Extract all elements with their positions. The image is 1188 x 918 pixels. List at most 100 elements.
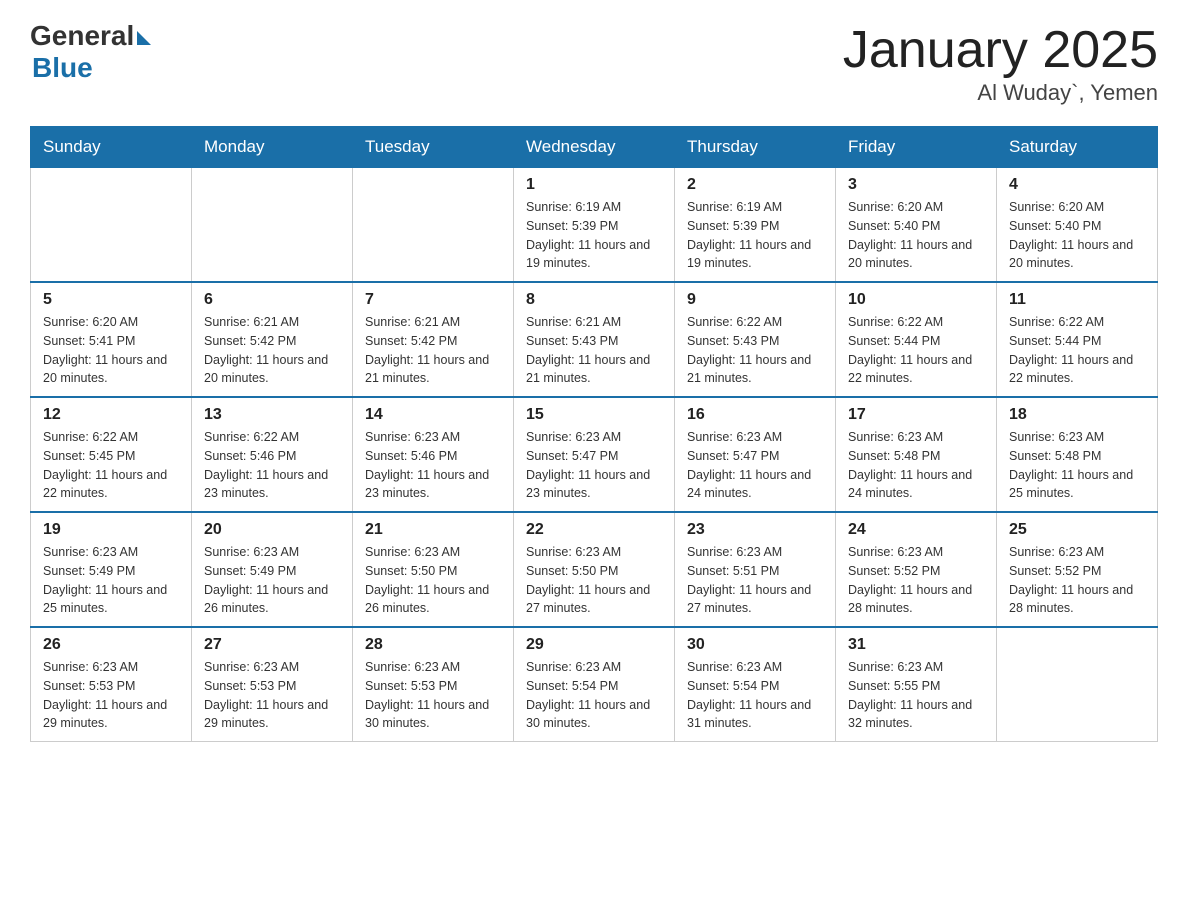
calendar-week-row: 1Sunrise: 6:19 AM Sunset: 5:39 PM Daylig… (31, 168, 1158, 283)
calendar-cell: 10 Sunrise: 6:22 AM Sunset: 5:44 PM Dayli… (836, 282, 997, 397)
calendar-week-row: 5Sunrise: 6:20 AM Sunset: 5:41 PM Daylig… (31, 282, 1158, 397)
day-number: 26 (43, 636, 179, 654)
calendar-table: SundayMondayTuesdayWednesdayThursdayFrid… (30, 126, 1158, 742)
calendar-cell: 17 Sunrise: 6:23 AM Sunset: 5:48 PM Dayli… (836, 397, 997, 512)
day-number: 23 (687, 521, 823, 539)
header-cell-friday: Friday (836, 127, 997, 168)
header-cell-tuesday: Tuesday (353, 127, 514, 168)
header-cell-wednesday: Wednesday (514, 127, 675, 168)
calendar-cell: 22 Sunrise: 6:23 AM Sunset: 5:50 PM Dayli… (514, 512, 675, 627)
calendar-cell: 12Sunrise: 6:22 AM Sunset: 5:45 PM Dayli… (31, 397, 192, 512)
day-info: Sunrise: 6:23 AM Sunset: 5:53 PM Dayligh… (365, 658, 501, 733)
day-number: 19 (43, 521, 179, 539)
calendar-cell (353, 168, 514, 283)
day-info: Sunrise: 6:22 AM Sunset: 5:46 PM Dayligh… (204, 428, 340, 503)
calendar-cell: 30Sunrise: 6:23 AM Sunset: 5:54 PM Dayli… (675, 627, 836, 742)
day-info: Sunrise: 6:23 AM Sunset: 5:47 PM Dayligh… (526, 428, 662, 503)
calendar-cell: 19 Sunrise: 6:23 AM Sunset: 5:49 PM Dayli… (31, 512, 192, 627)
calendar-cell: 21 Sunrise: 6:23 AM Sunset: 5:50 PM Dayli… (353, 512, 514, 627)
calendar-cell (192, 168, 353, 283)
calendar-cell: 28 Sunrise: 6:23 AM Sunset: 5:53 PM Dayli… (353, 627, 514, 742)
logo-blue-text: Blue (32, 52, 93, 84)
day-info: Sunrise: 6:22 AM Sunset: 5:44 PM Dayligh… (848, 313, 984, 388)
day-info: Sunrise: 6:23 AM Sunset: 5:48 PM Dayligh… (1009, 428, 1145, 503)
day-number: 18 (1009, 406, 1145, 424)
day-info: Sunrise: 6:23 AM Sunset: 5:54 PM Dayligh… (526, 658, 662, 733)
calendar-cell: 8Sunrise: 6:21 AM Sunset: 5:43 PM Daylig… (514, 282, 675, 397)
calendar-cell: 24 Sunrise: 6:23 AM Sunset: 5:52 PM Dayli… (836, 512, 997, 627)
day-info: Sunrise: 6:21 AM Sunset: 5:42 PM Dayligh… (365, 313, 501, 388)
day-info: Sunrise: 6:23 AM Sunset: 5:52 PM Dayligh… (1009, 543, 1145, 618)
day-number: 14 (365, 406, 501, 424)
calendar-cell: 5Sunrise: 6:20 AM Sunset: 5:41 PM Daylig… (31, 282, 192, 397)
day-number: 10 (848, 291, 984, 309)
day-info: Sunrise: 6:23 AM Sunset: 5:46 PM Dayligh… (365, 428, 501, 503)
day-number: 25 (1009, 521, 1145, 539)
day-number: 28 (365, 636, 501, 654)
day-number: 5 (43, 291, 179, 309)
logo-arrow-icon (137, 31, 151, 45)
day-info: Sunrise: 6:23 AM Sunset: 5:49 PM Dayligh… (204, 543, 340, 618)
calendar-cell (997, 627, 1158, 742)
calendar-week-row: 12Sunrise: 6:22 AM Sunset: 5:45 PM Dayli… (31, 397, 1158, 512)
day-info: Sunrise: 6:23 AM Sunset: 5:50 PM Dayligh… (526, 543, 662, 618)
calendar-week-row: 19 Sunrise: 6:23 AM Sunset: 5:49 PM Dayli… (31, 512, 1158, 627)
calendar-cell: 29 Sunrise: 6:23 AM Sunset: 5:54 PM Dayli… (514, 627, 675, 742)
calendar-cell: 26Sunrise: 6:23 AM Sunset: 5:53 PM Dayli… (31, 627, 192, 742)
title-area: January 2025 Al Wuday`, Yemen (843, 20, 1158, 106)
calendar-cell: 16 Sunrise: 6:23 AM Sunset: 5:47 PM Dayli… (675, 397, 836, 512)
day-number: 29 (526, 636, 662, 654)
calendar-cell (31, 168, 192, 283)
calendar-cell: 3 Sunrise: 6:20 AM Sunset: 5:40 PM Daylig… (836, 168, 997, 283)
calendar-cell: 13 Sunrise: 6:22 AM Sunset: 5:46 PM Dayli… (192, 397, 353, 512)
calendar-cell: 7 Sunrise: 6:21 AM Sunset: 5:42 PM Daylig… (353, 282, 514, 397)
page-header: General Blue January 2025 Al Wuday`, Yem… (30, 20, 1158, 106)
calendar-header-row: SundayMondayTuesdayWednesdayThursdayFrid… (31, 127, 1158, 168)
day-number: 9 (687, 291, 823, 309)
header-cell-sunday: Sunday (31, 127, 192, 168)
calendar-cell: 6 Sunrise: 6:21 AM Sunset: 5:42 PM Daylig… (192, 282, 353, 397)
day-number: 31 (848, 636, 984, 654)
day-number: 6 (204, 291, 340, 309)
calendar-cell: 4Sunrise: 6:20 AM Sunset: 5:40 PM Daylig… (997, 168, 1158, 283)
day-info: Sunrise: 6:23 AM Sunset: 5:50 PM Dayligh… (365, 543, 501, 618)
day-number: 20 (204, 521, 340, 539)
day-info: Sunrise: 6:23 AM Sunset: 5:53 PM Dayligh… (204, 658, 340, 733)
day-info: Sunrise: 6:23 AM Sunset: 5:54 PM Dayligh… (687, 658, 823, 733)
month-title: January 2025 (843, 20, 1158, 80)
header-cell-monday: Monday (192, 127, 353, 168)
day-info: Sunrise: 6:23 AM Sunset: 5:52 PM Dayligh… (848, 543, 984, 618)
calendar-cell: 11Sunrise: 6:22 AM Sunset: 5:44 PM Dayli… (997, 282, 1158, 397)
calendar-cell: 2 Sunrise: 6:19 AM Sunset: 5:39 PM Daylig… (675, 168, 836, 283)
calendar-cell: 14 Sunrise: 6:23 AM Sunset: 5:46 PM Dayli… (353, 397, 514, 512)
day-number: 16 (687, 406, 823, 424)
day-number: 2 (687, 176, 823, 194)
day-info: Sunrise: 6:23 AM Sunset: 5:47 PM Dayligh… (687, 428, 823, 503)
day-number: 17 (848, 406, 984, 424)
day-number: 11 (1009, 291, 1145, 309)
day-info: Sunrise: 6:21 AM Sunset: 5:42 PM Dayligh… (204, 313, 340, 388)
day-number: 27 (204, 636, 340, 654)
day-number: 22 (526, 521, 662, 539)
day-info: Sunrise: 6:23 AM Sunset: 5:55 PM Dayligh… (848, 658, 984, 733)
day-info: Sunrise: 6:20 AM Sunset: 5:40 PM Dayligh… (848, 198, 984, 273)
calendar-cell: 9Sunrise: 6:22 AM Sunset: 5:43 PM Daylig… (675, 282, 836, 397)
day-info: Sunrise: 6:22 AM Sunset: 5:45 PM Dayligh… (43, 428, 179, 503)
logo: General Blue (30, 20, 151, 84)
day-info: Sunrise: 6:23 AM Sunset: 5:48 PM Dayligh… (848, 428, 984, 503)
day-number: 21 (365, 521, 501, 539)
day-info: Sunrise: 6:19 AM Sunset: 5:39 PM Dayligh… (526, 198, 662, 273)
day-number: 13 (204, 406, 340, 424)
day-number: 24 (848, 521, 984, 539)
day-number: 4 (1009, 176, 1145, 194)
calendar-cell: 18 Sunrise: 6:23 AM Sunset: 5:48 PM Dayli… (997, 397, 1158, 512)
day-info: Sunrise: 6:23 AM Sunset: 5:51 PM Dayligh… (687, 543, 823, 618)
day-info: Sunrise: 6:23 AM Sunset: 5:49 PM Dayligh… (43, 543, 179, 618)
header-cell-thursday: Thursday (675, 127, 836, 168)
day-number: 8 (526, 291, 662, 309)
day-number: 3 (848, 176, 984, 194)
location-title: Al Wuday`, Yemen (843, 80, 1158, 106)
day-number: 7 (365, 291, 501, 309)
day-info: Sunrise: 6:19 AM Sunset: 5:39 PM Dayligh… (687, 198, 823, 273)
calendar-cell: 20 Sunrise: 6:23 AM Sunset: 5:49 PM Dayli… (192, 512, 353, 627)
